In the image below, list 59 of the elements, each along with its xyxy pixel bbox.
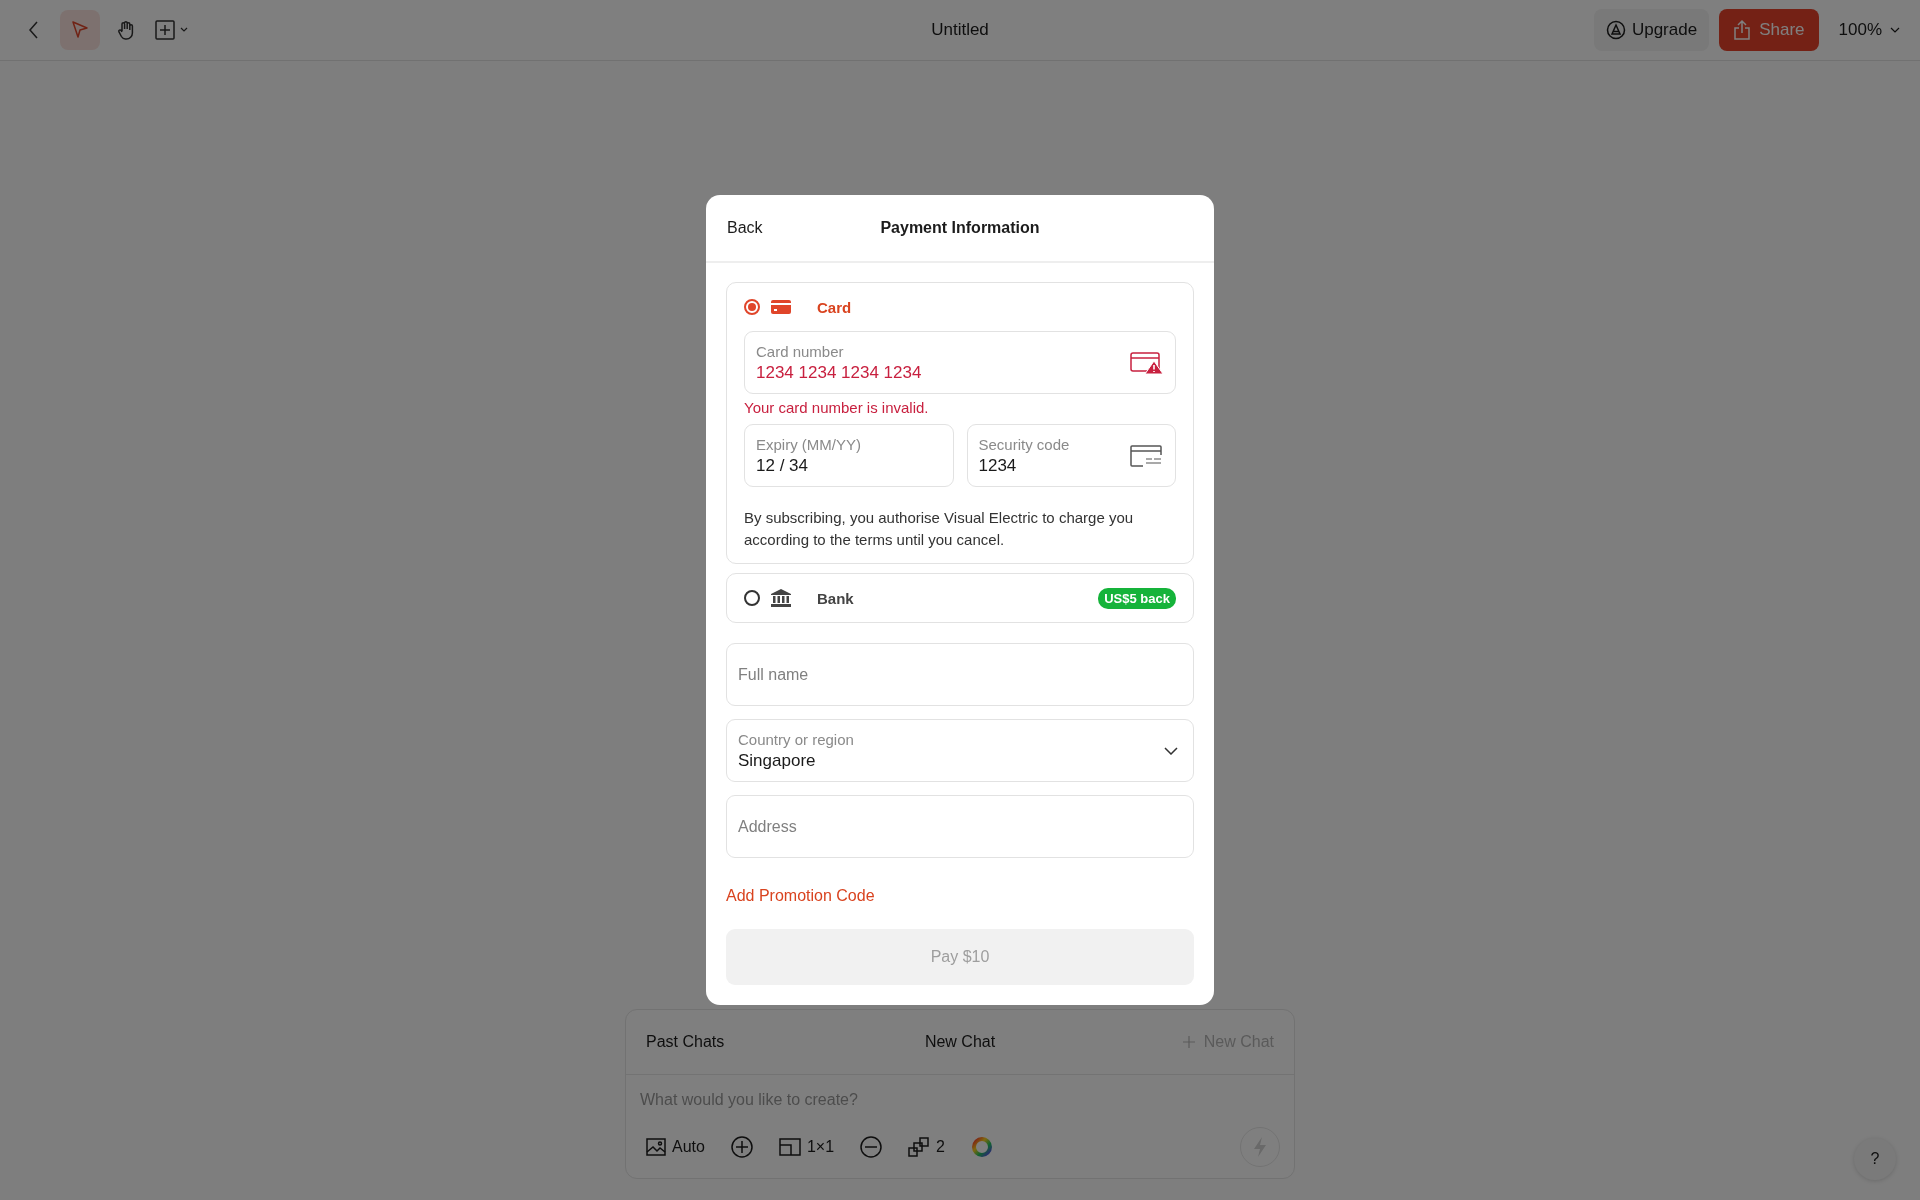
aspect-ratio-icon: [778, 1138, 801, 1156]
payment-method-label[interactable]: Card: [817, 298, 852, 316]
field-placeholder: Address: [738, 817, 798, 836]
full-name-field[interactable]: Full name: [726, 643, 1194, 706]
payment-method-label[interactable]: Bank: [817, 589, 854, 607]
bank-icon: [771, 589, 791, 607]
frame-icon: [155, 20, 189, 40]
chevron-down-icon: [1164, 746, 1178, 755]
pointer-icon: [70, 20, 90, 40]
field-label: Security code: [978, 435, 1071, 453]
radio-button[interactable]: [744, 299, 760, 315]
card-code-icon: [1130, 443, 1164, 468]
hand-icon: [116, 19, 136, 41]
color-wheel-icon: [970, 1136, 993, 1158]
card-number-field[interactable]: Card number 1234 1234 1234 1234: [744, 331, 1176, 394]
plus-icon: [1181, 1035, 1196, 1049]
expiry-field[interactable]: Expiry (MM/YY) 12 / 34: [744, 424, 954, 487]
share-button[interactable]: Share: [1719, 9, 1819, 51]
add-option[interactable]: [730, 1136, 753, 1158]
chat-tab[interactable]: Past Chats: [646, 1033, 725, 1051]
error-message: Your card number is invalid.: [744, 399, 930, 416]
chat-tab[interactable]: New Chat: [924, 1033, 996, 1051]
address-field[interactable]: Address: [726, 795, 1194, 858]
document-title: Untitled: [931, 20, 989, 40]
remove-icon: [860, 1136, 883, 1158]
count-option[interactable]: 2: [908, 1136, 945, 1158]
upgrade-icon: [1605, 20, 1626, 40]
field-value: 12 / 34: [756, 455, 809, 476]
chevron-left-icon: [28, 20, 40, 40]
image-option[interactable]: Auto: [646, 1138, 705, 1156]
field-value: 1234 1234 1234 1234: [756, 362, 923, 383]
field-label: Expiry (MM/YY): [756, 435, 862, 453]
zoom-menu[interactable]: 100%: [1828, 9, 1906, 51]
share-icon: [1733, 19, 1752, 41]
field-value: 1234: [978, 455, 1018, 476]
help-button[interactable]: ?: [1854, 1138, 1896, 1180]
radio-button[interactable]: [744, 590, 760, 606]
add-icon: [730, 1136, 753, 1158]
upgrade-button[interactable]: Upgrade: [1593, 9, 1710, 51]
caret-icon: [1890, 27, 1900, 33]
cashback-badge: US$5 back: [1098, 587, 1176, 609]
field-label: Country or region: [738, 730, 855, 748]
dialog-title: Payment Information: [880, 219, 1040, 237]
field-placeholder: Full name: [738, 665, 810, 684]
field-value: Singapore: [738, 750, 817, 771]
aspect-option[interactable]: 1×1: [778, 1138, 835, 1156]
field-label: Card number: [756, 342, 845, 360]
consent-notice: By subscribing, you authorise Visual Electric to charge you according to the terms until you cancel.: [744, 508, 1135, 550]
security-code-field[interactable]: Security code 1234: [966, 424, 1176, 487]
back-link[interactable]: Back: [727, 219, 763, 237]
pointer-tool[interactable]: [60, 10, 100, 50]
color-option[interactable]: [970, 1136, 993, 1158]
stacked-squares-icon: [908, 1136, 931, 1158]
card-icon: [771, 300, 791, 314]
card-warning-icon: [1130, 350, 1164, 375]
remove-option[interactable]: [860, 1136, 883, 1158]
promo-code-link[interactable]: Add Promotion Code: [726, 887, 875, 905]
image-icon: [646, 1138, 666, 1156]
country-select[interactable]: Country or region Singapore: [726, 719, 1194, 782]
